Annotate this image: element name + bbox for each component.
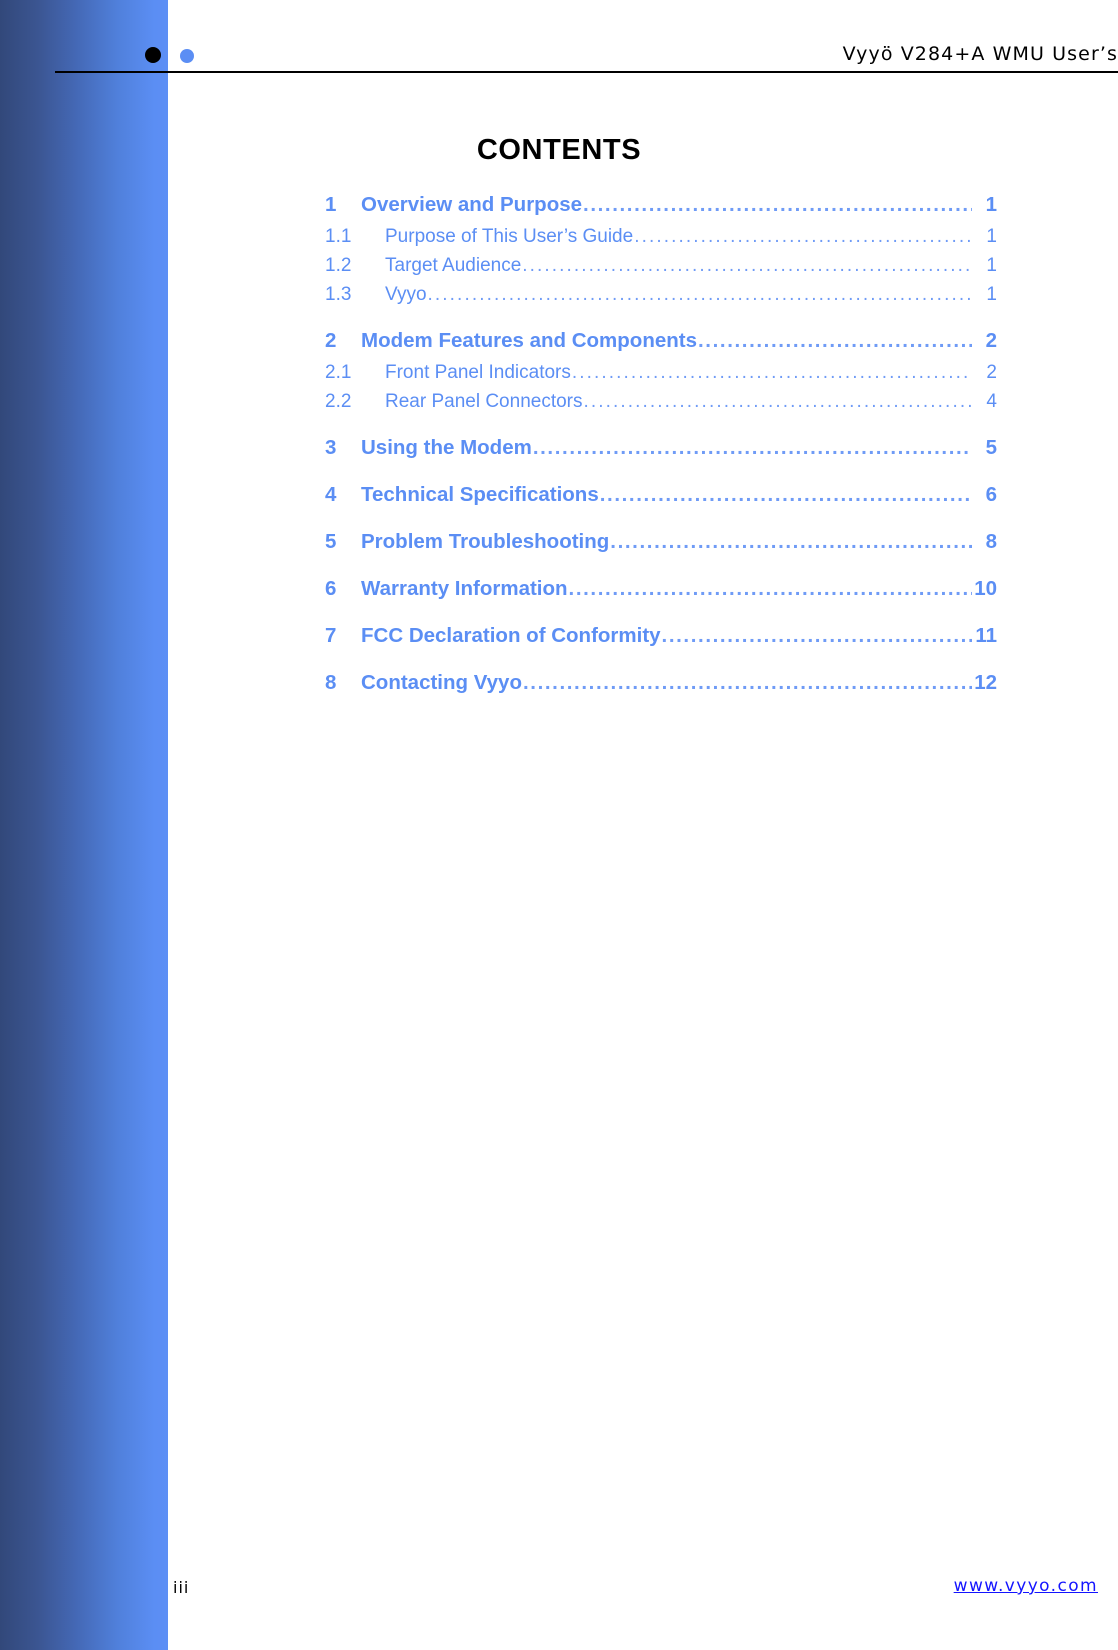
toc-entry-leader-dots: ........................................… [661,624,972,647]
toc-entry-number: 1.3 [325,284,352,305]
black-dot-icon [145,47,161,63]
toc-entry[interactable]: 2.1 Front Panel Indicators...............… [325,358,997,387]
toc-entry-page-number: 2 [986,362,997,383]
toc-entry-page-number: 8 [985,530,997,553]
toc-entry[interactable]: 6 Warranty Information...................… [325,574,997,604]
header-divider-rule [55,71,1118,73]
toc-entry-leader-dots: ........................................… [522,671,972,694]
toc-entry-number: 2.2 [325,391,352,412]
toc-entry[interactable]: 5 Problem Troubleshooting................… [325,527,997,557]
toc-entry-label: Warranty Information [361,577,568,600]
toc-entry[interactable]: 7 FCC Declaration of Conformity..........… [325,621,997,651]
toc-entry-page-number: 11 [975,624,997,647]
toc-entry[interactable]: 1.3 Vyyo.................................… [325,280,997,309]
toc-entry-leader-dots: ........................................… [522,255,972,276]
toc-entry-label: Rear Panel Connectors [385,391,583,412]
toc-entry[interactable]: 4 Technical Specifications...............… [325,480,997,510]
toc-entry-page-number: 1 [986,226,997,247]
toc-entry-label: Overview and Purpose [361,193,583,216]
toc-entry-number: 8 [325,671,337,694]
toc-entry[interactable]: 1.2 Target Audience......................… [325,251,997,280]
footer-website-link[interactable]: www.vyyo.com [954,1576,1098,1596]
toc-entry-label: Target Audience [385,255,522,276]
toc-entry-leader-dots: ........................................… [583,391,973,412]
toc-entry-number: 2 [325,329,337,352]
toc-entry[interactable]: 2 Modem Features and Components..........… [325,326,997,356]
footer-page-number: iii [173,1578,190,1597]
toc-entry-number: 7 [325,624,337,647]
header-title: Vyyö V284+A WMU User’s [842,43,1118,65]
page-header: Vyyö V284+A WMU User’s [0,0,1118,73]
toc-entry-leader-dots: ........................................… [698,329,972,352]
toc-entry[interactable]: 2.2 Rear Panel Connectors................… [325,387,997,416]
toc-entry-leader-dots: ........................................… [583,193,972,216]
toc-entry-page-number: 1 [985,193,997,216]
toc-entry-number: 2.1 [325,362,352,383]
toc-entry-leader-dots: ........................................… [634,226,972,247]
toc-entry-label: Vyyo [385,284,427,305]
toc-entry-label: Front Panel Indicators [385,362,571,383]
toc-entry-label: Modem Features and Components [361,329,698,352]
table-of-contents: 1 Overview and Purpose...................… [325,190,997,698]
toc-entry-page-number: 4 [986,391,997,412]
toc-entry-leader-dots: ........................................… [532,436,972,459]
toc-entry-number: 1.2 [325,255,352,276]
toc-entry-label: Using the Modem [361,436,532,459]
toc-entry-number: 3 [325,436,337,459]
toc-entry[interactable]: 8 Contacting Vyyo........................… [325,668,997,698]
toc-entry-page-number: 2 [985,329,997,352]
toc-entry-page-number: 6 [985,483,997,506]
toc-entry-leader-dots: ........................................… [568,577,972,600]
toc-entry-leader-dots: ........................................… [571,362,972,383]
toc-entry-label: FCC Declaration of Conformity [361,624,661,647]
toc-entry-number: 4 [325,483,337,506]
toc-entry-label: Purpose of This User’s Guide [385,226,634,247]
blue-dot-icon [180,49,194,63]
toc-entry-page-number: 10 [974,577,997,600]
toc-entry[interactable]: 1 Overview and Purpose...................… [325,190,997,220]
toc-entry-leader-dots: ........................................… [599,483,972,506]
toc-entry-label: Problem Troubleshooting [361,530,610,553]
toc-entry-number: 1.1 [325,226,352,247]
page-title: CONTENTS [476,134,642,166]
toc-entry-leader-dots: ........................................… [427,284,972,305]
toc-entry-label: Technical Specifications [361,483,599,506]
toc-entry-number: 1 [325,193,337,216]
toc-entry-page-number: 1 [986,284,997,305]
toc-entry-page-number: 12 [974,671,997,694]
toc-entry-number: 5 [325,530,337,553]
toc-entry-leader-dots: ........................................… [610,530,972,553]
toc-entry[interactable]: 1.1 Purpose of This User’s Guide.........… [325,222,997,251]
toc-entry-page-number: 5 [985,436,997,459]
sidebar-gradient-bar [0,0,168,1650]
toc-entry-number: 6 [325,577,337,600]
toc-entry-label: Contacting Vyyo [361,671,522,694]
toc-entry-page-number: 1 [986,255,997,276]
toc-entry[interactable]: 3 Using the Modem........................… [325,433,997,463]
